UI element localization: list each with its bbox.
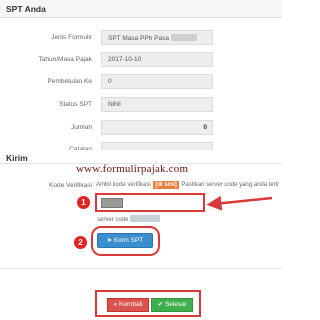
- check-icon: ✔: [157, 301, 164, 308]
- annotation-arrow: [206, 195, 273, 211]
- footer-divider: [0, 268, 282, 269]
- done-button[interactable]: ✔ Selesai: [151, 298, 193, 312]
- back-button[interactable]: « Kembali: [107, 298, 149, 312]
